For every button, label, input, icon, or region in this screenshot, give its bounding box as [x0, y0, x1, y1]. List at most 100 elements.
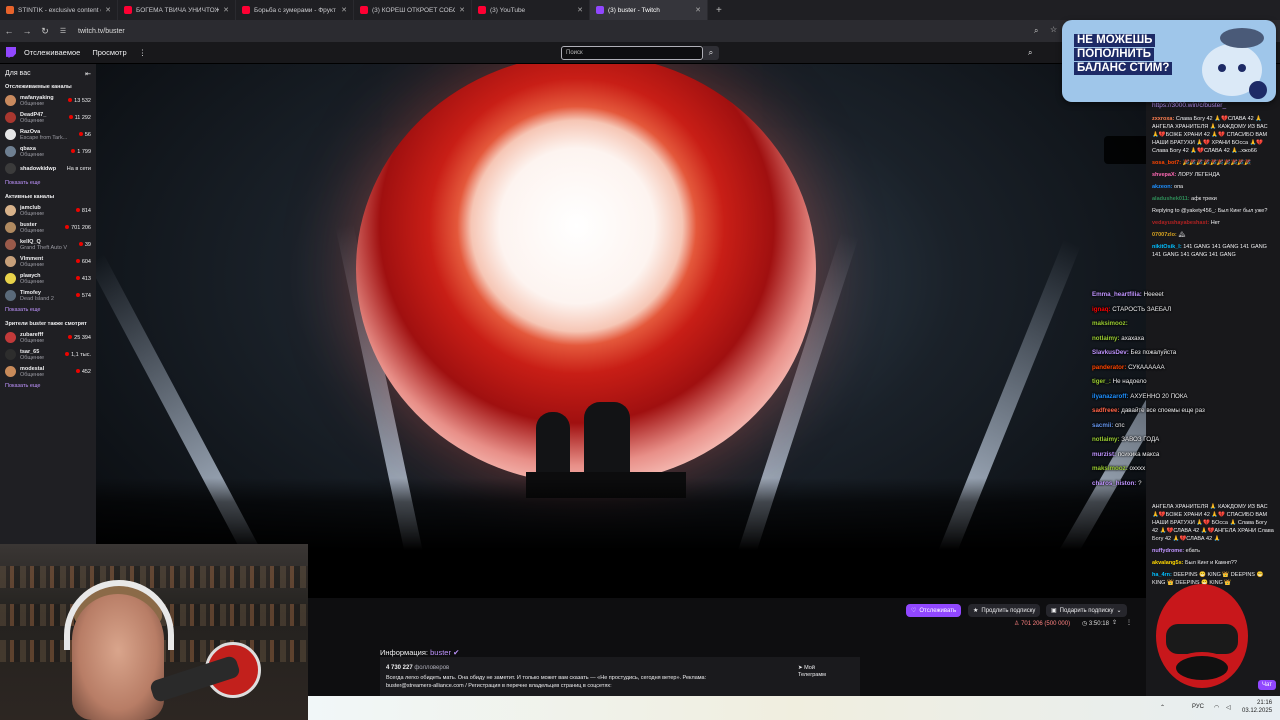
url-field[interactable]: twitch.tv/buster: [78, 28, 125, 35]
clock[interactable]: 21:16 03.12.2025: [1242, 699, 1272, 715]
chat-username[interactable]: panderator:: [1092, 364, 1126, 371]
browser-tab[interactable]: (3) КОРЕШ ОТКРОЕТ СОБСТВ ✕: [354, 0, 472, 20]
new-tab-button[interactable]: +: [708, 5, 730, 16]
os-taskbar: ⌃ РУС ◠ ◁ 21:16 03.12.2025: [308, 696, 1280, 720]
sidebar-channel-item[interactable]: shadowkidwp На в сети: [0, 160, 96, 177]
chat-username[interactable]: notlaimy:: [1092, 335, 1120, 342]
chat-username[interactable]: tiger_:: [1092, 378, 1111, 385]
chat-username[interactable]: nikitOsik_l:: [1152, 244, 1182, 250]
wifi-icon[interactable]: ◠: [1214, 704, 1219, 711]
close-tab-icon[interactable]: ✕: [341, 6, 347, 14]
helmet-chin: [1172, 652, 1232, 684]
chat-username[interactable]: shvepaX:: [1152, 172, 1176, 178]
telegram-link[interactable]: ➤ Мой Телеграмм: [798, 665, 842, 679]
sidebar-channel-item[interactable]: Vlmment Общение 604: [0, 253, 96, 270]
zoom-icon[interactable]: ⌕: [1034, 26, 1038, 36]
sidebar-channel-item[interactable]: DeadP47_ Общение 11 292: [0, 109, 96, 126]
reload-icon[interactable]: ↻: [36, 26, 54, 37]
search-input[interactable]: Поиск: [561, 46, 703, 60]
mascot-eye: [1238, 64, 1246, 72]
chat-username[interactable]: charos_histon:: [1092, 480, 1136, 487]
browser-tab[interactable]: STINTIK - exclusive content on ✕: [0, 0, 118, 20]
inbox-icon[interactable]: ⌕: [1028, 48, 1032, 58]
more-options-icon[interactable]: ⋮: [1126, 619, 1132, 626]
chat-send-button[interactable]: Чат: [1258, 680, 1276, 690]
helmet-overlay: [1156, 584, 1248, 688]
chat-username[interactable]: ilyanazaroff:: [1092, 393, 1128, 400]
chat-message: aladushek011: афк треки: [1146, 193, 1280, 205]
sidebar-channel-item[interactable]: mafanyaking Общение 13 532: [0, 92, 96, 109]
chat-username[interactable]: Emma_heartfilia:: [1092, 291, 1142, 298]
nav-browse[interactable]: Просмотр: [92, 48, 126, 57]
chat-username[interactable]: zxxroxa:: [1152, 116, 1174, 122]
chat-username[interactable]: aladushek011:: [1152, 196, 1190, 202]
channel-description: Всегда легко обидеть мать. Она обиду не …: [386, 675, 707, 689]
sidebar-channel-item[interactable]: jamclub Общение 814: [0, 202, 96, 219]
chat-username[interactable]: ignaq:: [1092, 306, 1111, 313]
show-more-link[interactable]: Показать еще: [0, 380, 96, 393]
chat-text: 🎉🎉🎉🎉🎉🎉🎉🎉🎉🎉: [1182, 160, 1252, 166]
chat-message: Replying to @yakety456_: Был Кинг был уж…: [1146, 205, 1280, 217]
chat-username[interactable]: maksimooz:: [1092, 465, 1128, 472]
sidebar-channel-item[interactable]: kellQ_Q Grand Theft Auto V 39: [0, 236, 96, 253]
channel-category: Общение: [20, 278, 45, 285]
browser-tab[interactable]: (3) buster - Twitch ✕: [590, 0, 708, 20]
sidebar-channel-item[interactable]: tsar_65 Общение 1,1 тыс.: [0, 346, 96, 363]
browser-tab[interactable]: БОГЕМА ТВИЧА УНИЧТОЖАЕ✕: [118, 0, 236, 20]
close-tab-icon[interactable]: ✕: [223, 6, 229, 14]
chat-username[interactable]: akzeon:: [1152, 184, 1172, 190]
chat-username[interactable]: sacmii:: [1092, 422, 1113, 429]
share-icon[interactable]: ⇪: [1112, 619, 1117, 626]
telegram-label: Мой Телеграмм: [798, 665, 826, 678]
show-more-link[interactable]: Показать еще: [0, 304, 96, 317]
sidebar-channel-item[interactable]: modestal Общение 452: [0, 363, 96, 380]
avatar: [5, 273, 16, 284]
close-tab-icon[interactable]: ✕: [105, 6, 111, 14]
chat-username[interactable]: notlaimy:: [1092, 436, 1120, 443]
clock-time: 21:16: [1257, 700, 1273, 706]
forward-icon[interactable]: →: [18, 26, 36, 36]
twitch-logo-icon[interactable]: [6, 47, 16, 58]
chat-username[interactable]: nuffydrome:: [1152, 548, 1184, 554]
sidebar-channel-item[interactable]: zubarefff Общение 25 394: [0, 329, 96, 346]
follow-button[interactable]: ♡ Отслеживать: [906, 604, 962, 617]
show-more-link[interactable]: Показать еще: [0, 177, 96, 190]
sidebar-channel-item[interactable]: Timofey Dead Island 2 574: [0, 287, 96, 304]
search-icon[interactable]: ⌕: [703, 46, 719, 60]
chat-username[interactable]: sadfreee:: [1092, 407, 1120, 414]
close-tab-icon[interactable]: ✕: [577, 6, 583, 14]
bookmark-star-icon[interactable]: ☆: [1050, 25, 1057, 34]
video-player[interactable]: [96, 64, 1146, 598]
chat-username[interactable]: sosa_bot7:: [1152, 160, 1181, 166]
sidebar-channel-item[interactable]: plaвусh Общение 413: [0, 270, 96, 287]
close-tab-icon[interactable]: ✕: [459, 6, 465, 14]
browser-tab[interactable]: (3) YouTube ✕: [472, 0, 590, 20]
browser-tab[interactable]: Борьба с зумерами - Фрукт Т ✕: [236, 0, 354, 20]
sidebar-channel-item[interactable]: buster Общение 701 206: [0, 219, 96, 236]
close-tab-icon[interactable]: ✕: [695, 6, 701, 14]
viewer-count-text: 1,1 тыс.: [71, 351, 91, 358]
chat-username[interactable]: vedayushayabeshast:: [1152, 220, 1209, 226]
back-icon[interactable]: ←: [0, 26, 18, 36]
nav-following[interactable]: Отслеживаемое: [24, 48, 80, 57]
extend-sub-button[interactable]: ★ Продлить подписку: [968, 604, 1041, 617]
viewer-count-text: 413: [81, 275, 91, 282]
steam-topup-ad[interactable]: НЕ МОЖЕШЬ ПОПОЛНИТЬ БАЛАНС СТИМ?: [1062, 20, 1276, 102]
live-dot-icon: [68, 334, 73, 339]
chat-username[interactable]: SlavkusDev:: [1092, 349, 1129, 356]
sidebar-channel-item[interactable]: RazOva Escape from Tark... 56: [0, 126, 96, 143]
sidebar-channel-item[interactable]: qbaxa Общение 1 799: [0, 143, 96, 160]
gift-sub-button[interactable]: ▣ Подарить подписку ⌄: [1046, 604, 1127, 617]
language-indicator[interactable]: РУС: [1192, 704, 1204, 710]
site-info-icon[interactable]: ☰: [54, 27, 72, 35]
sidebar-collapse-icon[interactable]: ⇤: [85, 70, 91, 78]
nav-more-icon[interactable]: ⋮: [139, 48, 147, 57]
chat-username[interactable]: maksimooz:: [1092, 320, 1128, 327]
tray-chevron-icon[interactable]: ⌃: [1160, 704, 1165, 711]
chat-username[interactable]: akvalang5s:: [1152, 560, 1184, 566]
channel-name-link[interactable]: buster: [430, 648, 451, 657]
chat-text: АНГЕЛА ХРАНИТЕЛЯ 🙏 КАЖДОМУ ИЗ ВАС 🙏💔БОЖЕ…: [1152, 504, 1274, 542]
chat-username[interactable]: 07007zlo:: [1152, 232, 1177, 238]
chat-username[interactable]: murzist:: [1092, 451, 1116, 458]
volume-icon[interactable]: ◁: [1226, 704, 1231, 711]
